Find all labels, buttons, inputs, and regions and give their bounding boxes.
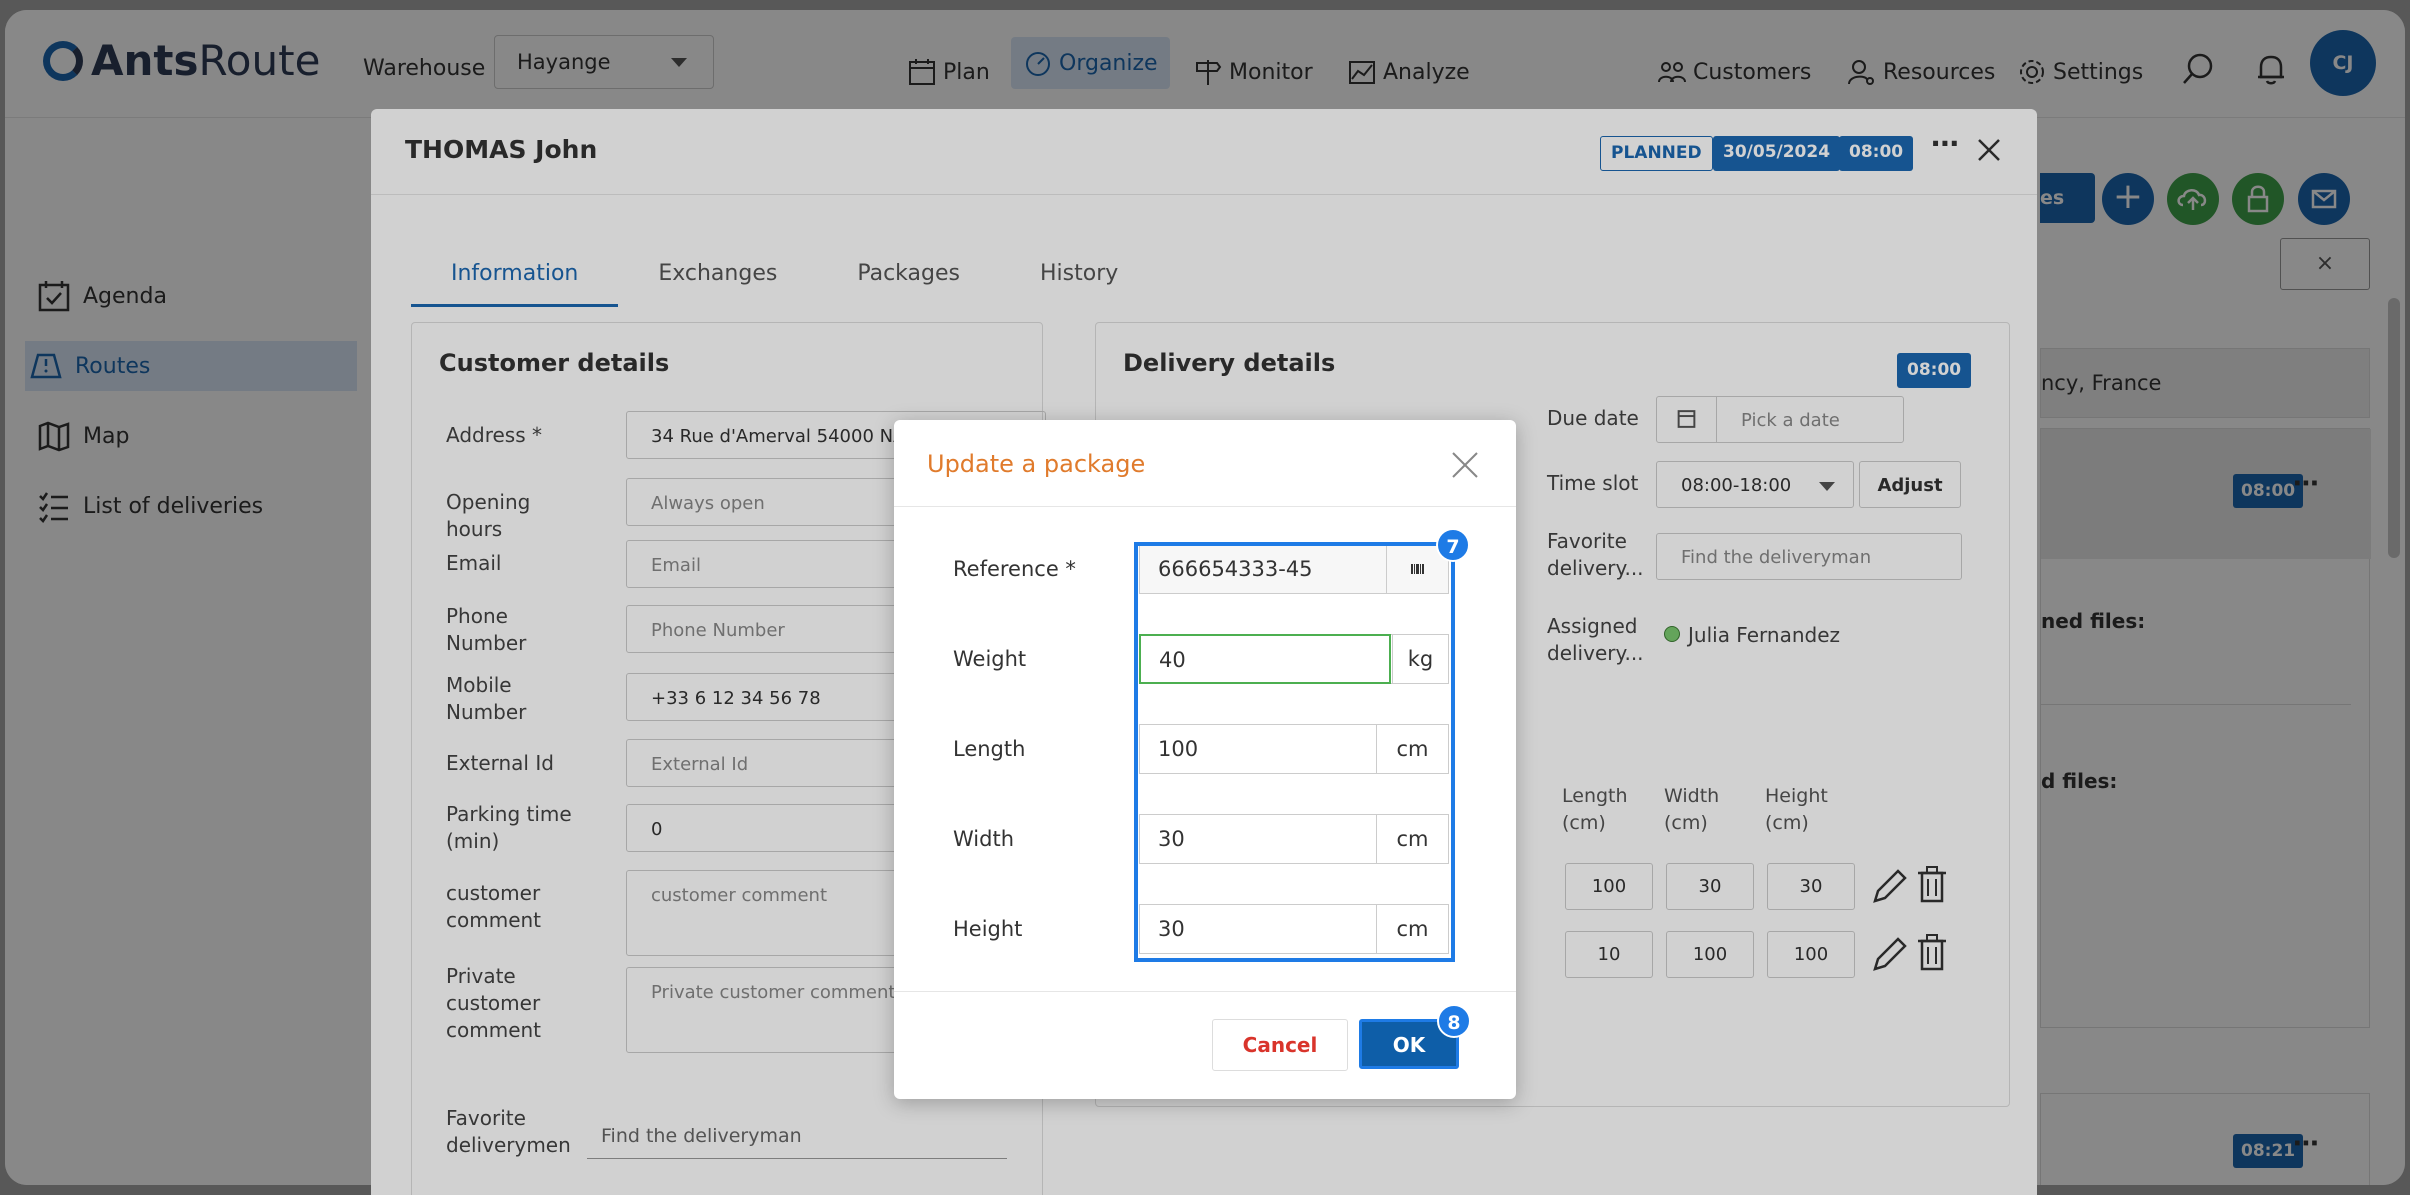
dialog-title: Update a package: [927, 450, 1146, 478]
height-label: Height: [953, 917, 1023, 941]
dialog-footer-divider: [894, 991, 1516, 992]
update-package-dialog: Update a package Reference * 666654333-4…: [894, 420, 1516, 1099]
step-highlight-fields: [1134, 542, 1455, 962]
step-badge-7: 7: [1436, 528, 1470, 562]
step-badge-8: 8: [1437, 1004, 1471, 1038]
cancel-button[interactable]: Cancel: [1212, 1019, 1348, 1071]
weight-label: Weight: [953, 647, 1027, 671]
reference-label: Reference *: [953, 557, 1076, 581]
length-label: Length: [953, 737, 1026, 761]
dialog-header: Update a package: [894, 420, 1516, 507]
width-label: Width: [953, 827, 1015, 851]
close-icon[interactable]: [1450, 450, 1480, 480]
